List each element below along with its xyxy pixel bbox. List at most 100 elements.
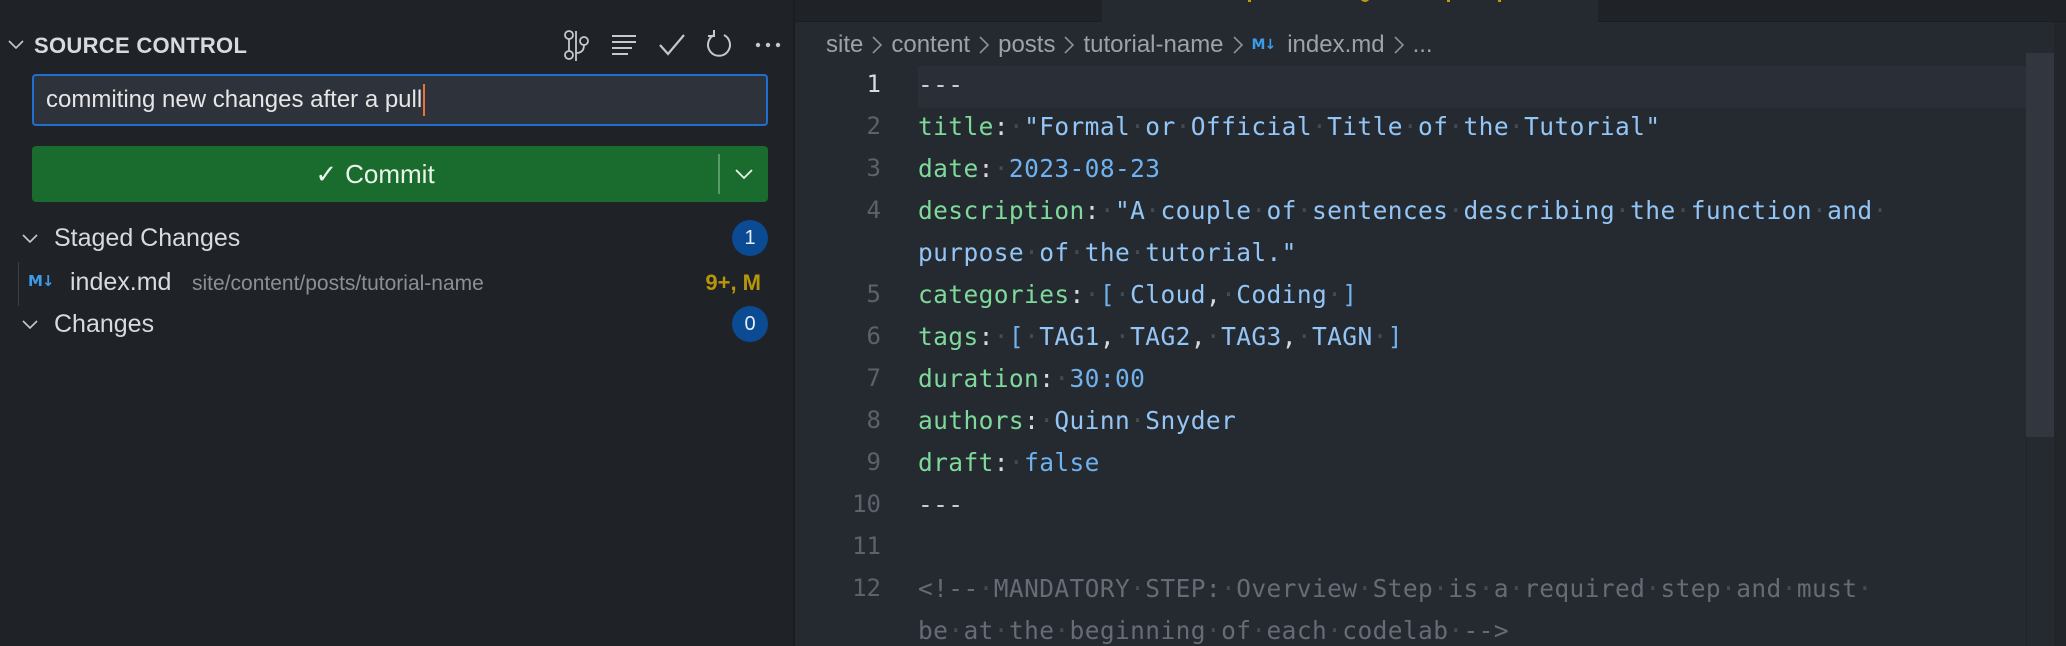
tab-active-file[interactable]	[1102, 0, 1598, 22]
code-line-current[interactable]: 1 ---	[867, 66, 2026, 108]
whitespace-marker: ·	[1433, 574, 1449, 603]
line-text: ---	[918, 490, 963, 519]
code-token: ,	[1281, 322, 1297, 351]
code-token: must	[1796, 574, 1858, 603]
code-token: :	[978, 322, 994, 351]
code-token: ---	[918, 490, 964, 519]
list-icon[interactable]	[600, 28, 648, 62]
line-text: date:·2023-08-23	[918, 154, 1160, 183]
code-lines[interactable]: 1 --- 2 title:·"Formal·or·Official·Title·of…	[795, 66, 2026, 646]
code-token: ]	[1342, 280, 1358, 309]
breadcrumb-item[interactable]: tutorial-name	[1083, 31, 1223, 59]
markdown-icon: M↓	[28, 272, 54, 290]
whitespace-marker: ·	[948, 616, 964, 645]
line-number: 11	[852, 532, 881, 560]
whitespace-marker: ·	[1114, 280, 1131, 309]
git-graph-icon[interactable]	[552, 28, 600, 62]
whitespace-marker: ·	[1311, 112, 1328, 141]
section-label: Changes	[54, 309, 155, 338]
code-token: Overview	[1236, 574, 1358, 603]
breadcrumb-symbols[interactable]: ...	[1413, 31, 1433, 59]
whitespace-marker: ·	[1251, 196, 1267, 225]
chevron-down-icon[interactable]	[6, 34, 26, 54]
code-token: Step	[1372, 574, 1434, 603]
breadcrumb-item[interactable]: posts	[998, 31, 1055, 59]
code-token: -->	[1463, 616, 1509, 645]
code-line[interactable]: be·at·the·beginning·of·each·codelab·-->	[795, 612, 2026, 646]
code-line[interactable]: 6 tags:·[·TAG1,·TAG2,·TAG3,·TAGN·]	[795, 318, 2026, 360]
tab-label-fragment	[1248, 0, 1251, 2]
code-line[interactable]: 7 duration:·30:00	[795, 360, 2026, 402]
code-token: of	[1221, 616, 1252, 645]
whitespace-marker: ·	[1675, 196, 1691, 225]
whitespace-marker: ·	[978, 574, 994, 603]
commit-options-dropdown[interactable]	[720, 146, 768, 202]
changes-section[interactable]: Changes 0	[0, 304, 793, 344]
code-token: of	[1418, 112, 1449, 141]
whitespace-marker: ·	[1054, 616, 1070, 645]
line-number: 12	[852, 574, 881, 602]
whitespace-marker: ·	[1221, 280, 1237, 309]
file-name: index.md	[70, 268, 172, 296]
check-icon[interactable]	[648, 28, 696, 62]
source-control-header[interactable]: SOURCE CONTROL	[0, 28, 793, 62]
chevron-right-icon	[1063, 34, 1075, 56]
code-line[interactable]: 5 categories:·[·Cloud,·Coding·]	[795, 276, 2026, 318]
line-number: 7	[866, 364, 881, 392]
whitespace-marker: ·	[1130, 112, 1146, 141]
staged-file-item[interactable]: M↓ index.md site/content/posts/tutorial-…	[0, 262, 793, 306]
whitespace-marker: ·	[1205, 616, 1222, 645]
whitespace-marker: ·	[1115, 322, 1131, 351]
code-line[interactable]: 3 date:·2023-08-23	[795, 150, 2026, 192]
whitespace-marker: ·	[1645, 574, 1661, 603]
breadcrumb-item[interactable]: site	[826, 31, 863, 59]
code-token: the	[1008, 616, 1055, 645]
breadcrumb-item[interactable]: content	[891, 31, 970, 59]
whitespace-marker: ·	[1478, 574, 1494, 603]
section-label: Staged Changes	[54, 223, 241, 252]
code-token: :	[1069, 280, 1085, 309]
code-token: [	[1008, 322, 1025, 351]
code-line[interactable]: 10 ---	[795, 486, 2026, 528]
refresh-icon[interactable]	[696, 28, 744, 62]
tree-indent-guide	[18, 262, 19, 306]
code-token: Snyder	[1145, 406, 1237, 435]
code-token: beginning	[1069, 616, 1206, 645]
code-token: STEP:	[1145, 574, 1222, 603]
scrollbar-thumb[interactable]	[2026, 53, 2054, 437]
code-line[interactable]: purpose·of·the·tutorial."	[795, 234, 2026, 276]
code-line[interactable]: 8 authors:·Quinn·Snyder	[795, 402, 2026, 444]
whitespace-marker: ·	[1024, 238, 1040, 267]
commit-button[interactable]: ✓ Commit	[32, 146, 718, 202]
whitespace-marker: ·	[993, 616, 1009, 645]
code-line[interactable]: 4 description:·"A·couple·of·sentences·des…	[795, 192, 2026, 234]
whitespace-marker: ·	[1872, 196, 1888, 225]
file-path: site/content/posts/tutorial-name	[192, 272, 484, 295]
breadcrumb-file[interactable]: index.md	[1287, 31, 1384, 59]
line-text: draft:·false	[918, 448, 1100, 477]
code-token: ---	[918, 70, 964, 99]
code-token: of	[1266, 196, 1297, 225]
code-line[interactable]: 11	[795, 528, 2026, 570]
whitespace-marker: ·	[1327, 280, 1343, 309]
code-token: description	[918, 196, 1085, 225]
code-token: of	[1039, 238, 1070, 267]
code-token: tutorial."	[1145, 238, 1297, 267]
code-line[interactable]: 2 title:·"Formal·or·Official·Title·of·the…	[795, 108, 2026, 150]
line-number: 10	[852, 490, 881, 518]
code-token: "Formal	[1024, 112, 1131, 141]
staged-changes-section[interactable]: Staged Changes 1	[0, 218, 793, 258]
line-text: <!--·MANDATORY·STEP:·Overview·Step·is·a·…	[918, 574, 1873, 603]
whitespace-marker: ·	[1084, 280, 1100, 309]
code-token: TAGN	[1312, 322, 1373, 351]
code-token: step	[1660, 574, 1722, 603]
code-token: the	[1463, 112, 1509, 141]
ellipsis-icon[interactable]	[744, 28, 792, 62]
code-line[interactable]: 12 <!--·MANDATORY·STEP:·Overview·Step·is·…	[795, 570, 2026, 612]
code-line[interactable]: 9 draft:·false	[795, 444, 2026, 486]
count-badge: 0	[732, 306, 768, 342]
code-token: Official	[1190, 112, 1312, 141]
chevron-right-icon	[1393, 34, 1405, 56]
commit-message-input[interactable]: commiting new changes after a pull	[32, 74, 768, 126]
whitespace-marker: ·	[1145, 196, 1161, 225]
